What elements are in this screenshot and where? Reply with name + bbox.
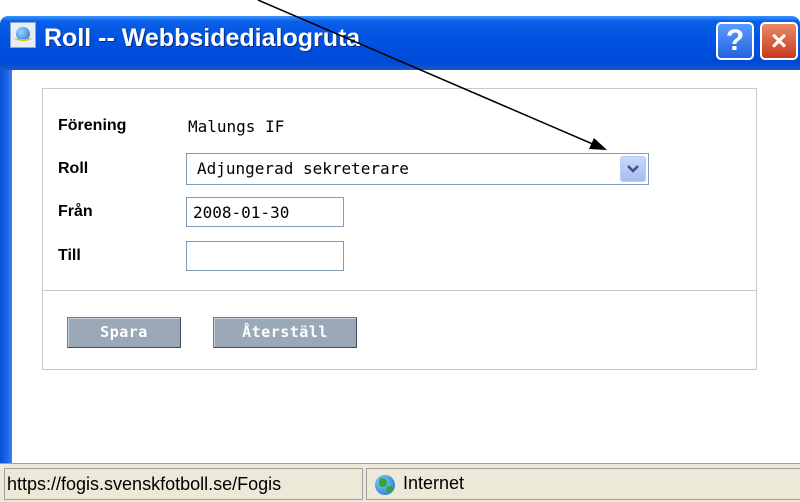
window-frame-left	[0, 70, 12, 502]
ie-window-icon[interactable]	[10, 22, 36, 48]
zone-label: Internet	[403, 473, 465, 493]
close-button[interactable]: ×	[760, 22, 798, 60]
fran-date-input[interactable]	[186, 197, 344, 227]
reset-button[interactable]: Återställ	[213, 317, 357, 348]
forening-label: Förening	[58, 117, 127, 134]
till-label: Till	[58, 247, 81, 264]
status-bar: https://fogis.svenskfotboll.se/Fogis Int…	[0, 463, 800, 502]
save-button[interactable]: Spara	[67, 317, 181, 348]
forening-value: Malungs IF	[188, 117, 285, 136]
chevron-down-icon	[627, 165, 639, 173]
globe-icon	[375, 475, 395, 495]
roll-label: Roll	[58, 160, 89, 177]
status-url: https://fogis.svenskfotboll.se/Fogis	[4, 468, 363, 500]
fran-label: Från	[58, 203, 93, 220]
security-zone: Internet	[366, 468, 800, 500]
roll-select-value: Adjungerad sekreterare	[197, 159, 409, 178]
window-title: Roll -- Webbsidedialogruta	[44, 24, 361, 52]
till-date-input[interactable]	[186, 241, 344, 271]
dialog-window: Roll -- Webbsidedialogruta ? × Förening …	[0, 0, 800, 502]
dropdown-arrow-button[interactable]	[620, 156, 646, 182]
help-button[interactable]: ?	[716, 22, 754, 60]
form-divider	[42, 290, 757, 291]
roll-select[interactable]: Adjungerad sekreterare	[186, 153, 649, 185]
